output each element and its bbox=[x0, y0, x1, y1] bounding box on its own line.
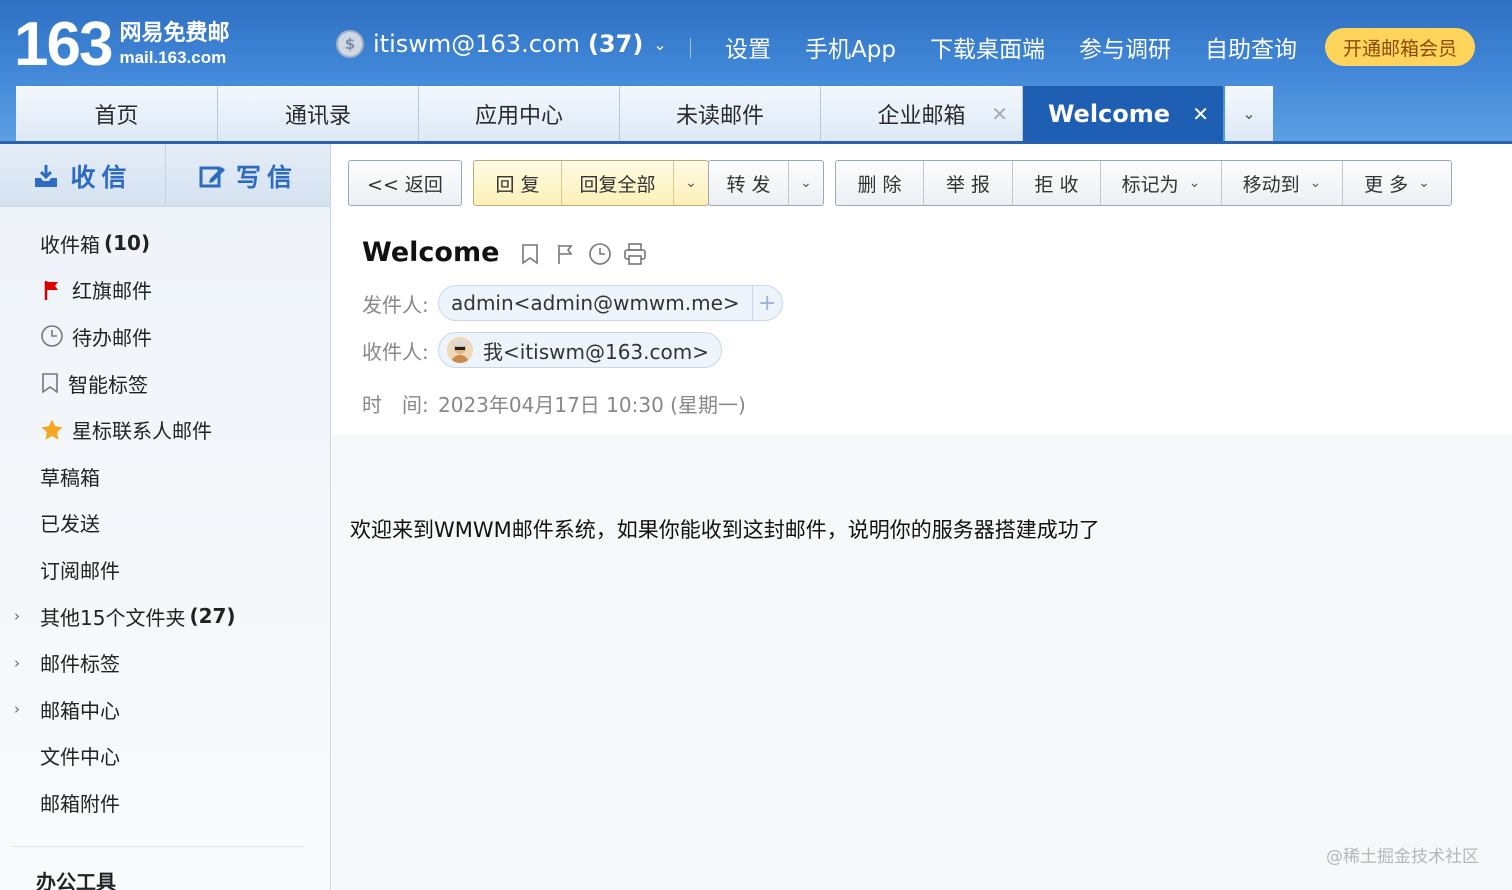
chevron-down-icon: ⌄ bbox=[653, 34, 667, 54]
red-flag-icon bbox=[40, 278, 64, 302]
time-row: 时 间: 2023年04月17日 10:30 (星期一) bbox=[362, 389, 746, 418]
folder-smart-tags[interactable]: 智能标签 bbox=[0, 360, 330, 407]
divider bbox=[690, 38, 691, 58]
recipient-chip[interactable]: 我<itiswm@163.com> bbox=[438, 332, 722, 368]
divider bbox=[12, 846, 304, 847]
back-button[interactable]: << 返回 bbox=[349, 161, 461, 205]
recipient-address: 我<itiswm@163.com> bbox=[483, 339, 709, 364]
tab-more-button[interactable]: ⌄ bbox=[1225, 86, 1273, 141]
link-mobile-app[interactable]: 手机App bbox=[805, 30, 896, 64]
close-icon[interactable]: ✕ bbox=[1192, 102, 1209, 126]
office-tools-heading[interactable]: 办公工具 bbox=[36, 866, 116, 890]
tab-bar: 首页 通讯录 应用中心 未读邮件 企业邮箱 ✕ Welcome ✕ ⌄ bbox=[16, 86, 1273, 141]
logo-cn: 网易免费邮 bbox=[119, 21, 230, 46]
move-to-button[interactable]: 移动到 ⌄ bbox=[1222, 161, 1343, 205]
link-survey[interactable]: 参与调研 bbox=[1079, 30, 1171, 64]
reject-button[interactable]: 拒 收 bbox=[1013, 161, 1101, 205]
time-label: 时 间: bbox=[362, 393, 429, 417]
from-row: 发件人: admin<admin@wmwm.me> + bbox=[362, 285, 783, 321]
mail-subject: Welcome bbox=[362, 237, 500, 268]
chevron-down-icon: ⌄ bbox=[1188, 175, 1201, 191]
sender-chip[interactable]: admin<admin@wmwm.me> + bbox=[438, 285, 783, 321]
tab-contacts[interactable]: 通讯录 bbox=[218, 86, 419, 141]
folder-attachments[interactable]: 邮箱附件 bbox=[0, 779, 330, 826]
chevron-down-icon: ⌄ bbox=[1309, 175, 1322, 191]
inbox-unread-count: (10) bbox=[104, 231, 151, 256]
chevron-down-icon: ⌄ bbox=[1418, 175, 1430, 191]
logo[interactable]: 163 网易免费邮 mail.163.com bbox=[14, 14, 229, 76]
folder-other-folders[interactable]: › 其他15个文件夹 (27) bbox=[0, 593, 330, 640]
delete-button[interactable]: 删 除 bbox=[836, 161, 924, 205]
account-email: itiswm@163.com bbox=[373, 30, 580, 58]
link-download-desktop[interactable]: 下载桌面端 bbox=[930, 30, 1045, 64]
top-links: 设置 手机App 下载桌面端 参与调研 自助查询 bbox=[725, 30, 1331, 64]
folder-mail-tags[interactable]: › 邮件标签 bbox=[0, 639, 330, 686]
more-button[interactable]: 更 多 ⌄ bbox=[1343, 161, 1451, 205]
top-header: 163 网易免费邮 mail.163.com $ itiswm@163.com … bbox=[0, 0, 1512, 144]
sender-address: admin<admin@wmwm.me> bbox=[451, 291, 740, 315]
mail-toolbar: << 返回 回 复 回复全部 ⌄ 转 发 ⌄ 删 除 举 报 拒 收 标记为 ⌄ … bbox=[348, 160, 1463, 206]
chevron-down-icon: ⌄ bbox=[685, 175, 697, 191]
link-self-service[interactable]: 自助查询 bbox=[1205, 30, 1297, 64]
forward-button[interactable]: 转 发 bbox=[709, 161, 789, 205]
bookmark-icon[interactable] bbox=[518, 241, 542, 267]
chevron-right-icon[interactable]: › bbox=[14, 700, 20, 718]
account-menu[interactable]: $ itiswm@163.com (37) ⌄ bbox=[336, 30, 667, 58]
write-mail-button[interactable]: 写信 bbox=[165, 144, 330, 207]
clock-icon[interactable] bbox=[588, 241, 612, 267]
star-icon bbox=[40, 418, 64, 442]
folder-flagged[interactable]: 红旗邮件 bbox=[0, 267, 330, 314]
other-folders-count: (27) bbox=[189, 604, 236, 629]
receive-mail-button[interactable]: 收信 bbox=[0, 144, 165, 207]
from-label: 发件人: bbox=[362, 292, 429, 317]
add-contact-icon[interactable]: + bbox=[751, 285, 782, 321]
tab-enterprise-mail[interactable]: 企业邮箱 ✕ bbox=[821, 86, 1023, 141]
reply-all-dropdown[interactable]: ⌄ bbox=[674, 161, 708, 205]
tab-welcome[interactable]: Welcome ✕ bbox=[1023, 86, 1223, 141]
tab-home[interactable]: 首页 bbox=[16, 86, 218, 141]
mail-body bbox=[332, 435, 1512, 890]
chevron-down-icon: ⌄ bbox=[1242, 104, 1256, 123]
reply-button[interactable]: 回 复 bbox=[474, 161, 562, 205]
to-label: 收件人: bbox=[362, 339, 429, 364]
folder-list: 收件箱 (10) 红旗邮件 待办邮件 智能标签 星标联系人邮件 草稿箱 已发送 … bbox=[0, 220, 330, 826]
folder-mail-center[interactable]: › 邮箱中心 bbox=[0, 686, 330, 733]
reply-all-button[interactable]: 回复全部 bbox=[562, 161, 674, 205]
vip-button[interactable]: 开通邮箱会员 bbox=[1325, 28, 1475, 66]
forward-dropdown[interactable]: ⌄ bbox=[789, 161, 823, 205]
tab-unread[interactable]: 未读邮件 bbox=[620, 86, 821, 141]
account-unread-count: (37) bbox=[587, 30, 644, 58]
logo-en: mail.163.com bbox=[119, 48, 227, 67]
flag-icon[interactable] bbox=[553, 241, 577, 267]
folder-subscriptions[interactable]: 订阅邮件 bbox=[0, 546, 330, 593]
print-icon[interactable] bbox=[623, 241, 647, 267]
to-row: 收件人: 我<itiswm@163.com> bbox=[362, 332, 722, 368]
avatar bbox=[447, 337, 473, 363]
report-button[interactable]: 举 报 bbox=[924, 161, 1013, 205]
account-status-icon: $ bbox=[336, 30, 364, 58]
folder-sent[interactable]: 已发送 bbox=[0, 500, 330, 547]
sidebar: 收信 写信 收件箱 (10) 红旗邮件 待办邮件 智能标签 星标联系人邮件 草稿… bbox=[0, 144, 331, 890]
folder-file-center[interactable]: 文件中心 bbox=[0, 733, 330, 780]
close-icon[interactable]: ✕ bbox=[991, 102, 1008, 126]
chevron-right-icon[interactable]: › bbox=[14, 654, 20, 672]
bookmark-icon bbox=[40, 371, 60, 395]
compose-edit-icon bbox=[199, 166, 225, 187]
chevron-down-icon: ⌄ bbox=[800, 175, 812, 191]
logo-number: 163 bbox=[14, 10, 113, 79]
link-settings[interactable]: 设置 bbox=[725, 30, 771, 64]
mail-header: Welcome 发件人: admin<admin@wmwm.me> + 收件人:… bbox=[332, 207, 1512, 435]
folder-drafts[interactable]: 草稿箱 bbox=[0, 453, 330, 500]
mark-as-button[interactable]: 标记为 ⌄ bbox=[1101, 161, 1222, 205]
chevron-right-icon[interactable]: › bbox=[14, 607, 20, 625]
watermark: @稀土掘金技术社区 bbox=[1326, 847, 1479, 867]
mail-time: 2023年04月17日 10:30 (星期一) bbox=[438, 393, 746, 417]
inbox-download-icon bbox=[35, 164, 58, 187]
folder-star-contacts[interactable]: 星标联系人邮件 bbox=[0, 406, 330, 453]
mail-body-text: 欢迎来到WMWM邮件系统，如果你能收到这封邮件，说明你的服务器搭建成功了 bbox=[350, 518, 1100, 542]
folder-inbox[interactable]: 收件箱 (10) bbox=[0, 220, 330, 267]
clock-icon bbox=[40, 324, 64, 348]
tab-app-center[interactable]: 应用中心 bbox=[419, 86, 620, 141]
folder-todo[interactable]: 待办邮件 bbox=[0, 313, 330, 360]
